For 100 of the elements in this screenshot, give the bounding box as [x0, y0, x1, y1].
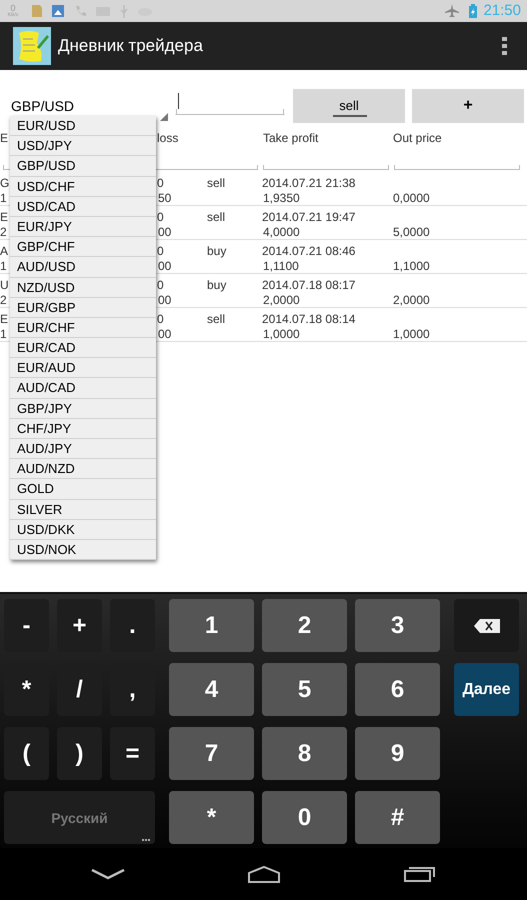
table-cell-text: 1	[0, 190, 7, 207]
clock: 21:50	[483, 0, 521, 21]
dropdown-item[interactable]: CHF/JPY	[10, 418, 156, 439]
table-cell-text: 2014.07.18 08:14	[262, 311, 356, 328]
keyboard-key[interactable]: =	[110, 727, 155, 780]
dropdown-item[interactable]: AUD/USD	[10, 257, 156, 278]
table-cell-text: 0	[157, 175, 164, 192]
table-cell-text: sell	[207, 209, 226, 226]
table-cell-text: 2014.07.21 08:46	[262, 243, 356, 260]
language-key[interactable]: Русский	[4, 791, 155, 844]
table-cell-text: 2,0000	[263, 292, 300, 309]
keyboard-key[interactable]: *	[169, 791, 254, 844]
table-cell-text: sell	[207, 175, 226, 192]
keyboard-key[interactable]: 4	[169, 663, 254, 716]
table-cell-text: 2014.07.21 21:38	[262, 175, 356, 192]
dropdown-item[interactable]: USD/NOK	[10, 540, 156, 560]
column-header: E	[0, 130, 8, 147]
overflow-menu-icon[interactable]	[502, 37, 507, 55]
battery-icon	[469, 4, 478, 18]
home-icon[interactable]	[247, 865, 282, 883]
table-cell-text: 00	[158, 258, 172, 275]
image-icon	[52, 5, 64, 17]
column-header: loss	[157, 130, 178, 147]
dropdown-item[interactable]: USD/DKK	[10, 520, 156, 540]
keyboard-key[interactable]: #	[355, 791, 440, 844]
back-icon[interactable]	[91, 868, 126, 880]
table-cell-text: E	[0, 311, 8, 328]
keyboard-key[interactable]: 0	[262, 791, 347, 844]
keyboard-key[interactable]: 5	[262, 663, 347, 716]
table-cell-text: 1,0000	[263, 326, 300, 343]
table-cell-text: 00	[158, 224, 172, 241]
table-cell-text: 00	[158, 292, 172, 309]
table-cell-text: 4,0000	[263, 224, 300, 241]
table-cell-text: 1,1000	[393, 258, 430, 275]
dropdown-item[interactable]: EUR/AUD	[10, 358, 156, 378]
trade-type-button[interactable]: sell	[293, 89, 405, 123]
backspace-key[interactable]	[454, 599, 519, 652]
table-cell-text: 50	[158, 190, 172, 207]
keyboard-key[interactable]: 3	[355, 599, 440, 652]
table-cell-text: 0	[157, 243, 164, 260]
next-key[interactable]: Далее	[454, 663, 519, 716]
filter-field[interactable]	[394, 165, 520, 170]
dropdown-item[interactable]: AUD/CAD	[10, 378, 156, 399]
table-cell-text: E	[0, 209, 8, 226]
table-cell-text: buy	[207, 277, 226, 294]
table-cell-text: 2014.07.18 08:17	[262, 277, 356, 294]
keyboard-key[interactable]: .	[110, 599, 155, 652]
keyboard-key[interactable]: )	[57, 727, 102, 780]
keyboard-key[interactable]: 9	[355, 727, 440, 780]
add-button[interactable]: +	[412, 89, 524, 123]
table-cell-text: A	[0, 243, 8, 260]
dropdown-item[interactable]: EUR/CAD	[10, 338, 156, 358]
more-icon	[142, 839, 150, 842]
dropdown-item[interactable]: GBP/CHF	[10, 237, 156, 258]
recent-apps-icon[interactable]	[404, 866, 436, 882]
table-cell-text: 0,0000	[393, 190, 430, 207]
table-cell-text: 2	[0, 224, 7, 241]
dropdown-item[interactable]: USD/JPY	[10, 136, 156, 156]
filter-field[interactable]	[263, 165, 389, 170]
table-cell-text: 1,9350	[263, 190, 300, 207]
table-cell-text: 2,0000	[393, 292, 430, 309]
usb-icon	[120, 4, 128, 18]
keyboard-key[interactable]: +	[57, 599, 102, 652]
table-cell-text: sell	[207, 311, 226, 328]
dropdown-item[interactable]: GBP/JPY	[10, 398, 156, 419]
keyboard-key[interactable]: 2	[262, 599, 347, 652]
app-title: Дневник трейдера	[58, 35, 203, 58]
dropdown-item[interactable]: GBP/USD	[10, 156, 156, 177]
dropdown-item[interactable]: AUD/JPY	[10, 439, 156, 460]
table-cell-text: 00	[158, 326, 172, 343]
speed-value: 0	[10, 4, 16, 13]
dropdown-item[interactable]: USD/CAD	[10, 196, 156, 217]
dropdown-item[interactable]: AUD/NZD	[10, 459, 156, 480]
dropdown-item[interactable]: EUR/USD	[10, 116, 156, 136]
table-cell-text: 1,1100	[263, 258, 299, 275]
dropdown-item[interactable]: USD/CHF	[10, 176, 156, 197]
dropdown-item[interactable]: EUR/CHF	[10, 318, 156, 338]
table-cell-text: 2	[0, 292, 7, 309]
table-cell-text: 1,0000	[393, 326, 430, 343]
keyboard-key[interactable]: 8	[262, 727, 347, 780]
keyboard-key[interactable]: (	[4, 727, 49, 780]
keyboard-key[interactable]: -	[4, 599, 49, 652]
table-cell-text: 1	[0, 326, 7, 343]
dropdown-item[interactable]: SILVER	[10, 500, 156, 520]
app-logo-icon	[13, 27, 51, 65]
dropdown-item[interactable]: EUR/GBP	[10, 298, 156, 318]
dropdown-item[interactable]: EUR/JPY	[10, 216, 156, 238]
keyboard-key[interactable]: 1	[169, 599, 254, 652]
backspace-icon	[474, 618, 500, 632]
price-field[interactable]	[175, 93, 285, 115]
table-cell-text: buy	[207, 243, 226, 260]
dropdown-item[interactable]: NZD/USD	[10, 278, 156, 298]
table-cell-text: 2014.07.21 19:47	[262, 209, 356, 226]
dropdown-item[interactable]: GOLD	[10, 479, 156, 500]
sd-card-icon	[30, 5, 42, 17]
column-header: Out price	[393, 130, 442, 147]
table-cell-text: 0	[157, 209, 164, 226]
table-cell-text: 0	[157, 277, 164, 294]
keyboard-key[interactable]: 6	[355, 663, 440, 716]
keyboard-key[interactable]: 7	[169, 727, 254, 780]
